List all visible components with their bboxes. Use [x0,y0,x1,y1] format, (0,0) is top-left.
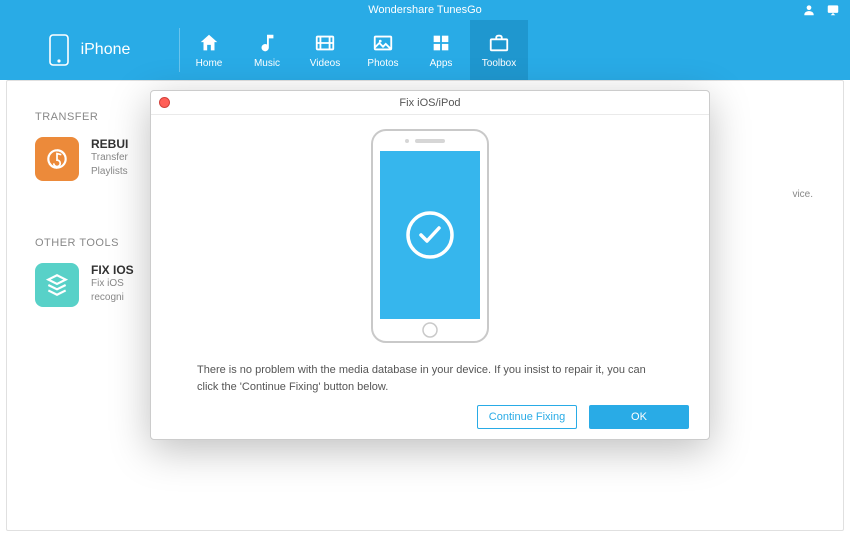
app-titlebar: Wondershare TunesGo [0,0,850,20]
modal-footer: Continue Fixing OK [151,395,709,443]
modal-message: There is no problem with the media datab… [197,362,663,395]
fix-ios-modal: Fix iOS/iPod There is no problem with th… [150,90,710,440]
ok-button[interactable]: OK [589,405,689,429]
nav-photos[interactable]: Photos [354,20,412,80]
modal-header: Fix iOS/iPod [151,91,709,115]
tool-title: REBUI [91,137,128,151]
tool-title: FIX IOS [91,263,134,277]
fix-ios-icon [35,263,79,307]
modal-title: Fix iOS/iPod [399,97,460,109]
nav-label: Apps [430,58,453,69]
rebuild-icon [35,137,79,181]
nav-toolbox[interactable]: Toolbox [470,20,528,80]
main-nav: iPhone Home Music Videos Photos Apps Too… [0,20,850,80]
device-selector[interactable]: iPhone [0,28,180,72]
nav-label: Toolbox [482,58,516,69]
tool-desc: Playlists [91,165,128,179]
nav-videos[interactable]: Videos [296,20,354,80]
nav-label: Videos [310,58,340,69]
nav-label: Photos [367,58,398,69]
nav-home[interactable]: Home [180,20,238,80]
close-icon[interactable] [159,97,170,108]
nav-label: Music [254,58,280,69]
nav-label: Home [196,58,223,69]
overflow-text: vice. [792,189,813,200]
nav-music[interactable]: Music [238,20,296,80]
tool-desc: Transfer [91,151,128,165]
app-title: Wondershare TunesGo [368,4,482,16]
user-icon[interactable] [802,3,816,17]
device-name: iPhone [81,41,131,59]
nav-apps[interactable]: Apps [412,20,470,80]
tool-desc: Fix iOS [91,277,134,291]
continue-fixing-button[interactable]: Continue Fixing [477,405,577,429]
feedback-icon[interactable] [826,3,840,17]
phone-illustration [371,129,489,348]
tool-desc: recogni [91,291,134,305]
phone-icon [49,34,69,66]
